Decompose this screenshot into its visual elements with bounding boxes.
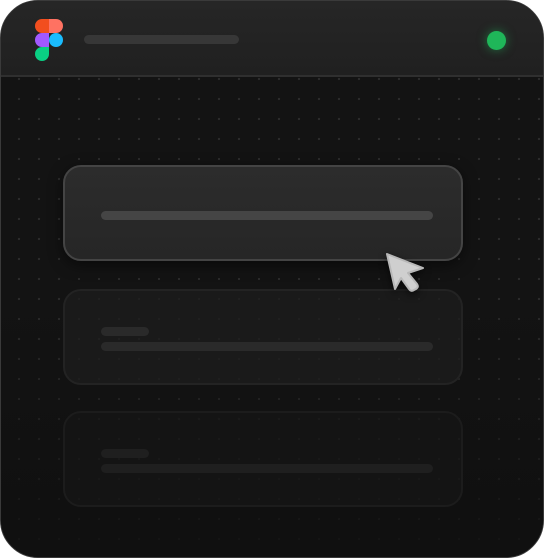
title-bar: [1, 1, 543, 77]
card-faded[interactable]: [63, 411, 463, 507]
card-faded[interactable]: [63, 289, 463, 385]
card-heading-placeholder: [101, 449, 149, 458]
card-text-placeholder: [101, 342, 433, 351]
app-window: [0, 0, 544, 558]
card-heading-placeholder: [101, 327, 149, 336]
title-placeholder: [84, 35, 239, 44]
card-text-placeholder: [101, 211, 433, 220]
status-indicator: [487, 31, 506, 50]
cursor-arrow-icon: [386, 253, 424, 292]
card-text-placeholder: [101, 464, 433, 473]
figma-logo-icon: [35, 19, 63, 61]
card-active[interactable]: [63, 165, 463, 261]
